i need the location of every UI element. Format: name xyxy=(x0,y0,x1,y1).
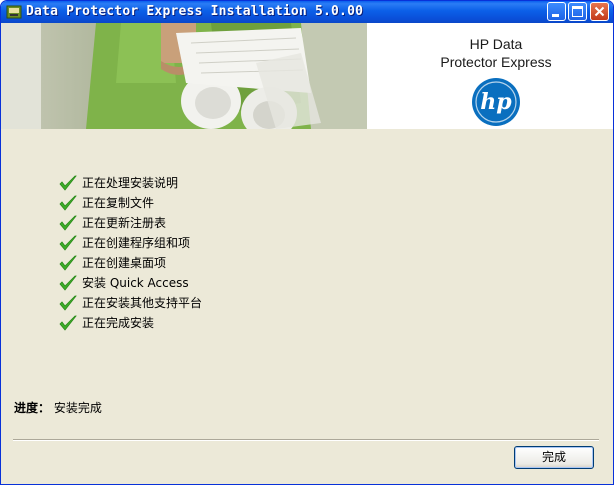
maximize-icon xyxy=(572,6,583,17)
install-step-label: 安装 Quick Access xyxy=(82,276,189,290)
product-banner: HP Data Protector Express hp xyxy=(1,23,613,129)
banner-photo xyxy=(1,23,367,129)
checkmark-icon xyxy=(59,175,77,191)
minimize-icon xyxy=(552,14,559,17)
close-icon xyxy=(594,6,605,17)
installer-app-icon xyxy=(6,5,22,19)
install-step-label: 正在更新注册表 xyxy=(82,216,167,230)
progress-value: 安装完成 xyxy=(53,401,102,415)
install-step-label: 正在创建程序组和项 xyxy=(82,236,191,250)
checkmark-icon xyxy=(59,275,77,291)
title-bar[interactable]: Data Protector Express Installation 5.0.… xyxy=(1,1,613,23)
product-name-line2: Protector Express xyxy=(440,54,552,70)
maximize-button[interactable] xyxy=(568,2,587,21)
close-button[interactable] xyxy=(590,2,609,21)
checkmark-icon xyxy=(59,315,77,331)
checkmark-icon xyxy=(59,215,77,231)
installer-content: 正在处理安装说明 正在复制文件 正在更新注册表 正在创建程序组和项 正在创建桌面… xyxy=(1,129,613,484)
install-step-label: 正在复制文件 xyxy=(82,196,155,210)
install-step-label: 正在创建桌面项 xyxy=(82,256,167,270)
install-step-label: 正在完成安装 xyxy=(82,316,155,330)
installer-window: Data Protector Express Installation 5.0.… xyxy=(0,0,614,485)
progress-label: 进度： xyxy=(14,401,51,415)
checkmark-icon xyxy=(59,195,77,211)
checkmark-icon xyxy=(59,295,77,311)
install-step-label: 正在处理安装说明 xyxy=(82,176,179,190)
finish-button[interactable]: 完成 xyxy=(514,446,594,469)
checkmark-icon xyxy=(59,235,77,251)
product-name-line1: HP Data xyxy=(469,36,523,52)
product-name: HP Data Protector Express xyxy=(431,35,561,71)
window-title: Data Protector Express Installation 5.0.… xyxy=(26,4,364,19)
checkmark-icon xyxy=(59,255,77,271)
install-step-label: 正在安装其他支持平台 xyxy=(82,296,203,310)
divider xyxy=(13,439,599,441)
hp-logo-text: hp xyxy=(480,89,512,115)
hp-logo: hp xyxy=(472,78,520,126)
minimize-button[interactable] xyxy=(547,2,566,21)
progress-status: 进度： 安装完成 xyxy=(14,399,102,416)
